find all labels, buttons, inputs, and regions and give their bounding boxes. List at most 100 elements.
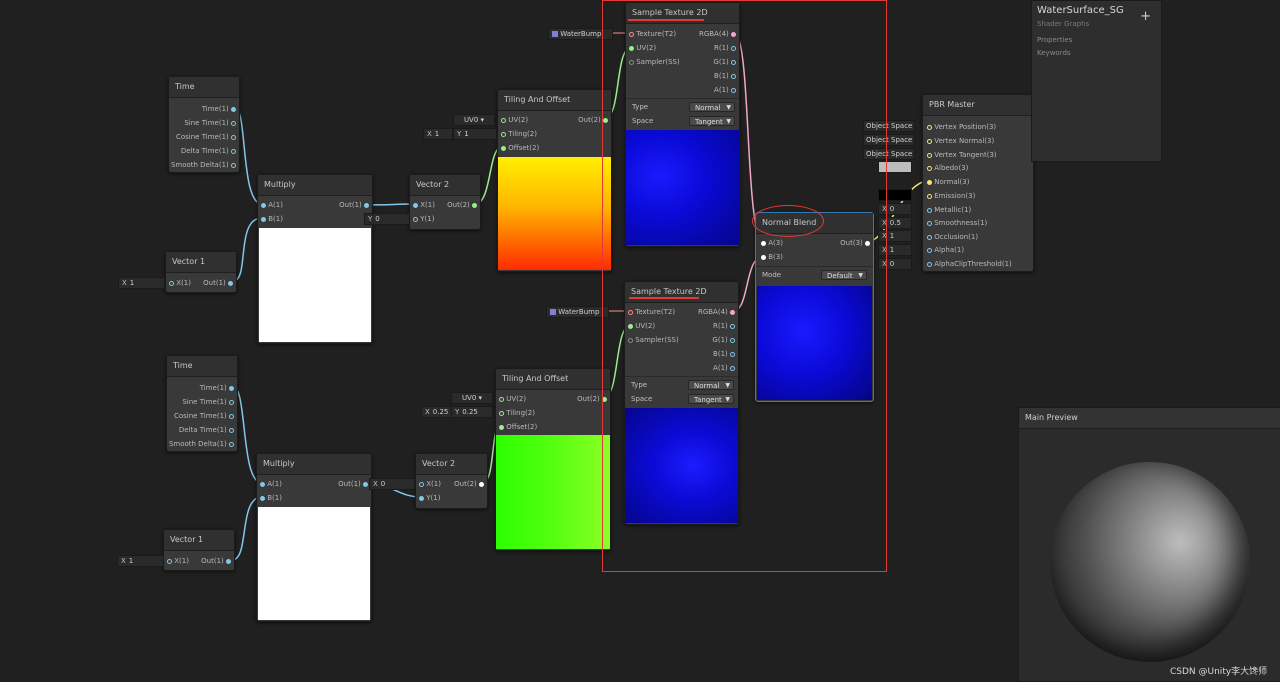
output-b[interactable]: B(1) <box>713 349 735 359</box>
time-output[interactable]: Time(1) <box>202 104 236 114</box>
smooth-delta-output[interactable]: Smooth Delta(1) <box>171 160 236 170</box>
multiply-node[interactable]: Multiply A(1) B(1) Out(1) <box>257 174 373 344</box>
vertex-position-input[interactable]: Vertex Position(3) <box>927 122 996 132</box>
port-dot[interactable] <box>229 427 234 433</box>
occlusion-field[interactable]: X1 <box>878 230 912 242</box>
keywords-section[interactable]: Keywords <box>1037 49 1071 57</box>
input-tiling[interactable]: Tiling(2) <box>499 408 535 418</box>
port-dot[interactable] <box>363 481 368 487</box>
input-x[interactable]: X(1) <box>419 479 441 489</box>
metallic-input[interactable]: Metallic(1) <box>927 205 971 215</box>
port-dot[interactable] <box>501 145 506 151</box>
port-dot[interactable] <box>927 247 932 253</box>
alpha-clip-field[interactable]: X0 <box>878 258 912 270</box>
output-out[interactable]: Out(2) <box>577 394 607 404</box>
time-output[interactable]: Time(1) <box>200 383 234 393</box>
port-dot[interactable] <box>927 207 932 213</box>
delta-time-output[interactable]: Delta Time(1) <box>179 425 234 435</box>
vertex-normal-space-field[interactable]: Object Space <box>863 134 915 146</box>
output-g[interactable]: G(1) <box>712 335 735 345</box>
output-g[interactable]: G(1) <box>713 57 736 67</box>
input-sampler[interactable]: Sampler(SS) <box>628 335 679 345</box>
tiling-x-field[interactable]: X1 <box>423 128 453 140</box>
type-dropdown[interactable]: Normal ▼ <box>688 380 734 390</box>
port-dot[interactable] <box>229 413 234 419</box>
metallic-field[interactable]: X0 <box>878 203 912 215</box>
smoothness-field[interactable]: X 0.5 <box>878 217 912 229</box>
emission-input[interactable]: Emission(3) <box>927 191 975 201</box>
time-node[interactable]: Time Time(1) Sine Time(1) Cosine Time(1)… <box>166 355 238 452</box>
port-dot[interactable] <box>261 202 266 208</box>
output-out[interactable]: Out(1) <box>339 200 369 210</box>
port-dot[interactable] <box>413 216 418 222</box>
tiling-and-offset-node[interactable]: Tiling And Offset UV(2) Tiling(2) Offset… <box>497 89 612 272</box>
output-out[interactable]: Out(2) <box>578 115 608 125</box>
port-dot[interactable] <box>628 323 633 329</box>
port-dot[interactable] <box>731 87 736 93</box>
port-dot[interactable] <box>229 385 234 391</box>
port-dot[interactable] <box>413 202 418 208</box>
tiling-and-offset-node[interactable]: Tiling And Offset UV(2) Tiling(2) Offset… <box>495 368 611 551</box>
vector2-node[interactable]: Vector 2 X(1) Y(1) Out(2) <box>409 174 481 230</box>
port-dot[interactable] <box>419 495 424 501</box>
alpha-input[interactable]: Alpha(1) <box>927 245 964 255</box>
vector1-node[interactable]: Vector 1 X(1) Out(1) <box>165 251 237 293</box>
uv-channel-dropdown[interactable]: UV0 ▾ <box>453 114 495 126</box>
port-dot[interactable] <box>499 424 504 430</box>
input-a[interactable]: A(1) <box>261 200 283 210</box>
port-dot[interactable] <box>226 558 231 564</box>
output-out[interactable]: Out(1) <box>203 278 233 288</box>
port-dot[interactable] <box>629 59 634 65</box>
port-dot[interactable] <box>501 117 506 123</box>
input-offset[interactable]: Offset(2) <box>501 143 539 153</box>
output-r[interactable]: R(1) <box>713 321 735 331</box>
port-dot[interactable] <box>927 234 932 240</box>
input-texture[interactable]: Texture(T2) <box>628 307 675 317</box>
tiling-y-field[interactable]: Y 0.25 <box>451 406 493 418</box>
port-dot[interactable] <box>927 220 932 226</box>
port-dot[interactable] <box>927 179 932 185</box>
normal-blend-node[interactable]: Normal Blend A(3) B(3) Out(3) Mode Defau… <box>755 212 874 402</box>
port-dot[interactable] <box>927 124 932 130</box>
port-dot[interactable] <box>228 280 233 286</box>
port-dot[interactable] <box>231 106 236 112</box>
port-dot[interactable] <box>761 240 766 246</box>
vertex-normal-input[interactable]: Vertex Normal(3) <box>927 136 994 146</box>
port-dot[interactable] <box>730 351 735 357</box>
smooth-delta-output[interactable]: Smooth Delta(1) <box>169 439 234 449</box>
port-dot[interactable] <box>260 495 265 501</box>
albedo-input[interactable]: Albedo(3) <box>927 163 968 173</box>
sine-time-output[interactable]: Sine Time(1) <box>184 118 236 128</box>
cosine-time-output[interactable]: Cosine Time(1) <box>174 411 234 421</box>
multiply-node[interactable]: Multiply A(1) B(1) Out(1) <box>256 453 372 622</box>
input-x[interactable]: X(1) <box>169 278 191 288</box>
cosine-time-output[interactable]: Cosine Time(1) <box>176 132 236 142</box>
port-dot[interactable] <box>472 202 477 208</box>
normal-input[interactable]: Normal(3) <box>927 177 969 187</box>
output-rgba[interactable]: RGBA(4) <box>698 307 735 317</box>
input-offset[interactable]: Offset(2) <box>499 422 537 432</box>
type-dropdown[interactable]: Normal ▼ <box>689 102 735 112</box>
preview-sphere[interactable] <box>1050 462 1250 662</box>
port-dot[interactable] <box>730 337 735 343</box>
input-texture[interactable]: Texture(T2) <box>629 29 676 39</box>
output-a[interactable]: A(1) <box>713 363 735 373</box>
port-dot[interactable] <box>231 162 236 168</box>
port-dot[interactable] <box>231 148 236 154</box>
port-dot[interactable] <box>260 481 265 487</box>
vector1-x-field[interactable]: X1 <box>117 555 164 567</box>
input-y[interactable]: Y(1) <box>413 214 434 224</box>
output-out[interactable]: Out(3) <box>840 238 870 248</box>
port-dot[interactable] <box>229 399 234 405</box>
output-rgba[interactable]: RGBA(4) <box>699 29 736 39</box>
port-dot[interactable] <box>419 481 424 487</box>
port-dot[interactable] <box>628 309 633 315</box>
main-preview-panel[interactable]: Main Preview <box>1018 407 1280 682</box>
output-out[interactable]: Out(1) <box>201 556 231 566</box>
port-dot[interactable] <box>730 309 735 315</box>
input-uv[interactable]: UV(2) <box>501 115 528 125</box>
vertex-tangent-input[interactable]: Vertex Tangent(3) <box>927 150 997 160</box>
input-x[interactable]: X(1) <box>413 200 435 210</box>
output-out[interactable]: Out(1) <box>338 479 368 489</box>
occlusion-input[interactable]: Occlusion(1) <box>927 232 978 242</box>
